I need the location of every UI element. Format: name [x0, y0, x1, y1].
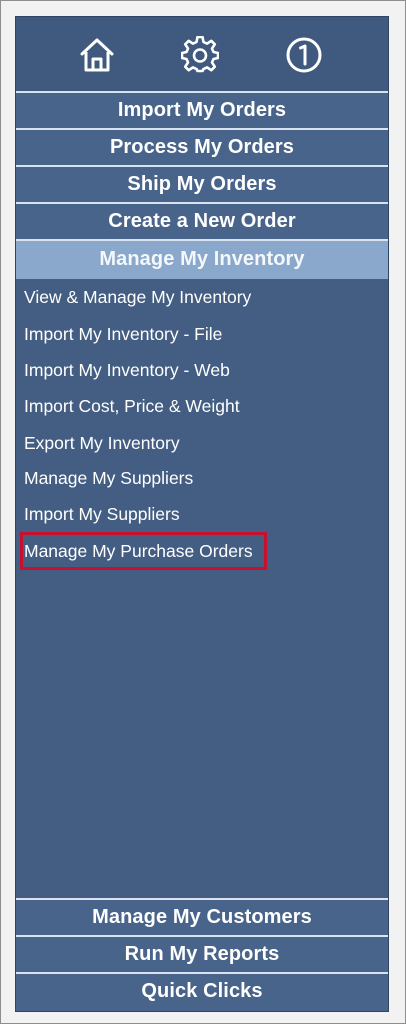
- manage-customers-button[interactable]: Manage My Customers: [16, 898, 388, 936]
- quick-clicks-button[interactable]: Quick Clicks: [16, 972, 388, 1011]
- import-orders-button[interactable]: Import My Orders: [16, 91, 388, 129]
- navigation-panel: Import My Orders Process My Orders Ship …: [15, 16, 389, 1012]
- import-orders-label: Import My Orders: [117, 99, 287, 121]
- toolbar: [16, 17, 388, 91]
- menu-item-view-manage-inventory[interactable]: View & Manage My Inventory: [24, 284, 251, 310]
- gear-icon[interactable]: [180, 35, 220, 75]
- menu-item-manage-purchase-orders[interactable]: Manage My Purchase Orders: [20, 532, 267, 570]
- process-orders-label: Process My Orders: [109, 136, 294, 158]
- menu-item-manage-purchase-orders-label: Manage My Purchase Orders: [24, 541, 253, 561]
- manage-inventory-label: Manage My Inventory: [99, 248, 305, 270]
- home-icon[interactable]: [77, 35, 117, 75]
- manage-customers-label: Manage My Customers: [92, 906, 312, 928]
- ship-orders-button[interactable]: Ship My Orders: [16, 165, 388, 203]
- process-orders-button[interactable]: Process My Orders: [16, 128, 388, 166]
- info-icon[interactable]: [284, 35, 324, 75]
- menu-item-export-inventory[interactable]: Export My Inventory: [24, 430, 180, 456]
- menu-item-manage-suppliers[interactable]: Manage My Suppliers: [24, 465, 193, 491]
- create-order-label: Create a New Order: [108, 210, 296, 232]
- create-order-button[interactable]: Create a New Order: [16, 202, 388, 240]
- menu-item-import-inventory-file[interactable]: Import My Inventory - File: [24, 321, 222, 347]
- ship-orders-label: Ship My Orders: [127, 173, 277, 195]
- menu-item-import-suppliers[interactable]: Import My Suppliers: [24, 501, 180, 527]
- menu-item-import-inventory-web[interactable]: Import My Inventory - Web: [24, 357, 230, 383]
- quick-clicks-label: Quick Clicks: [141, 980, 263, 1002]
- run-reports-button[interactable]: Run My Reports: [16, 935, 388, 973]
- menu-item-import-cost-price-weight[interactable]: Import Cost, Price & Weight: [24, 393, 240, 419]
- sidebar-frame: Import My Orders Process My Orders Ship …: [0, 0, 406, 1024]
- manage-inventory-button[interactable]: Manage My Inventory: [16, 239, 388, 279]
- run-reports-label: Run My Reports: [124, 943, 280, 965]
